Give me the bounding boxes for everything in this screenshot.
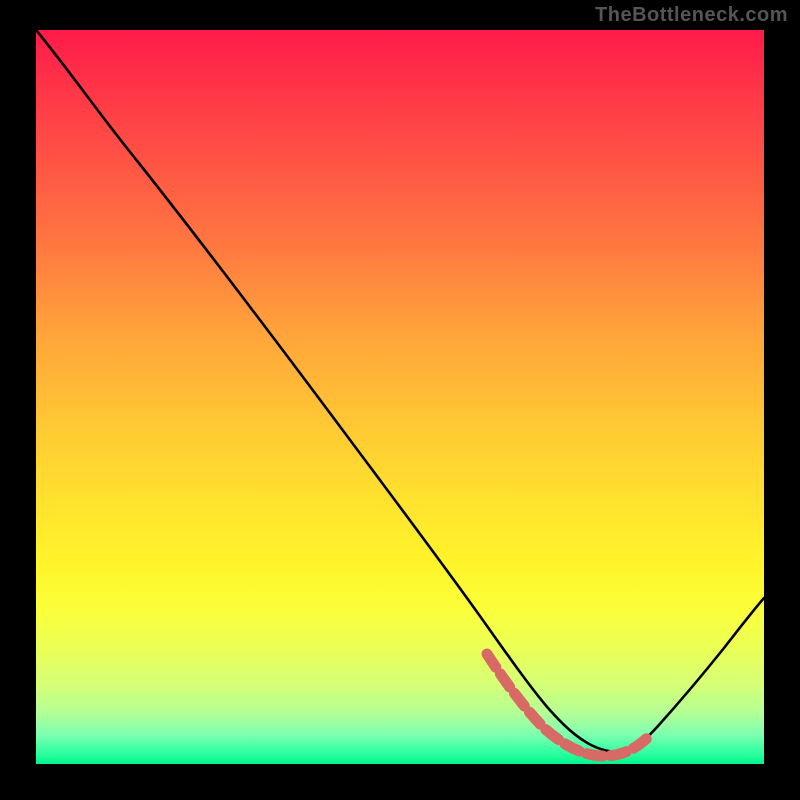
highlight-segment xyxy=(487,654,650,756)
chart-container: TheBottleneck.com xyxy=(0,0,800,800)
curve-svg xyxy=(36,30,764,764)
plot-area xyxy=(36,30,764,764)
bottleneck-curve xyxy=(36,30,764,752)
watermark-label: TheBottleneck.com xyxy=(595,4,788,27)
